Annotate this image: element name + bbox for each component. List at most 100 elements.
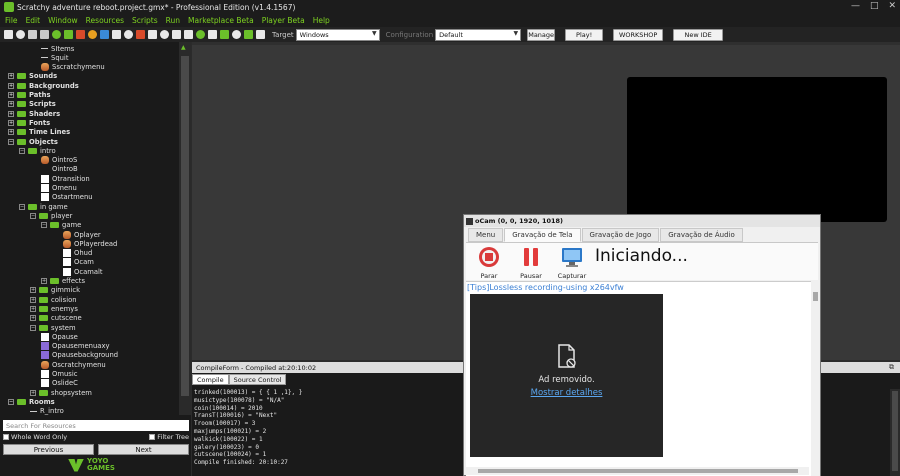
tree-item[interactable]: + Fonts: [8, 118, 50, 127]
search-input[interactable]: Search For Resources: [3, 420, 189, 431]
menu-player[interactable]: Player Beta: [262, 16, 305, 25]
settings-icon[interactable]: [244, 30, 253, 39]
clean-icon[interactable]: [112, 30, 121, 39]
menu-edit[interactable]: Edit: [26, 16, 41, 25]
tree-item[interactable]: − Objects: [8, 137, 58, 146]
tree-item[interactable]: Opause: [41, 332, 78, 341]
tree-item[interactable]: − Rooms: [8, 397, 55, 406]
tree-item[interactable]: Opausebackground: [41, 351, 118, 360]
tree-item[interactable]: Ocamalt: [63, 267, 103, 276]
tree-item[interactable]: + Time Lines: [8, 128, 70, 137]
tree-item[interactable]: Squit: [41, 53, 69, 62]
tree-item[interactable]: − in game: [19, 202, 68, 211]
arrow-up-icon[interactable]: ▲: [181, 44, 186, 51]
tree-item[interactable]: Ocam: [63, 258, 94, 267]
workshop-button[interactable]: WORKSHOP: [613, 28, 664, 41]
tree-item[interactable]: OPlayerdead: [63, 239, 117, 248]
sound-icon[interactable]: [148, 30, 157, 39]
export-icon[interactable]: [40, 30, 49, 39]
compile-icon[interactable]: [100, 30, 109, 39]
tree-item[interactable]: + cutscene: [30, 314, 82, 323]
collapse-icon[interactable]: −: [8, 138, 14, 145]
minimize-button[interactable]: —: [851, 1, 860, 11]
timeline-icon[interactable]: [208, 30, 217, 39]
maximize-button[interactable]: □: [870, 1, 879, 11]
play-button[interactable]: Play!: [565, 28, 604, 41]
tree-item[interactable]: + enemys: [30, 304, 78, 313]
collapse-icon[interactable]: −: [8, 398, 14, 405]
collapse-icon[interactable]: −: [41, 222, 47, 229]
pause-button[interactable]: Pausar: [516, 246, 546, 280]
maximize-icon[interactable]: ⧉: [889, 363, 894, 372]
menu-scripts[interactable]: Scripts: [132, 16, 158, 25]
tree-item[interactable]: + effects: [41, 277, 85, 286]
tree-item[interactable]: R_intro: [30, 407, 64, 415]
open-icon[interactable]: [16, 30, 25, 39]
debug-icon[interactable]: [76, 30, 85, 39]
expand-icon[interactable]: +: [30, 315, 36, 322]
expand-icon[interactable]: +: [30, 296, 36, 303]
script-icon[interactable]: [184, 30, 193, 39]
menu-resources[interactable]: Resources: [86, 16, 124, 25]
scroll-thumb[interactable]: [892, 391, 898, 471]
collapse-icon[interactable]: −: [19, 147, 25, 154]
menu-marketplace[interactable]: Marketplace Beta: [188, 16, 254, 25]
tree-item[interactable]: Oscratchymenu: [41, 360, 106, 369]
tree-item[interactable]: Ostartmenu: [41, 193, 93, 202]
extension-icon[interactable]: [256, 30, 265, 39]
save-icon[interactable]: [28, 30, 37, 39]
tree-item[interactable]: OintroB: [41, 165, 78, 174]
tree-item[interactable]: OslideC: [41, 379, 78, 388]
tree-item[interactable]: Otransition: [41, 174, 90, 183]
tab-audio-recording[interactable]: Gravação de Áudio: [660, 228, 743, 242]
publish-icon[interactable]: [52, 30, 61, 39]
tips-link[interactable]: [Tips]Lossless recording-using x264vfw: [467, 283, 624, 292]
expand-icon[interactable]: +: [8, 119, 14, 126]
show-details-link[interactable]: Mostrar detalhes: [470, 388, 663, 398]
new-icon[interactable]: [4, 30, 13, 39]
scroll-thumb[interactable]: [813, 292, 818, 301]
tree-item[interactable]: SItems: [41, 44, 74, 53]
tree-item[interactable]: + Scripts: [8, 100, 56, 109]
stop-icon[interactable]: [88, 30, 97, 39]
expand-icon[interactable]: +: [8, 82, 14, 89]
log-scrollbar[interactable]: [890, 389, 900, 476]
expand-icon[interactable]: +: [8, 101, 14, 108]
menu-run[interactable]: Run: [166, 16, 180, 25]
next-button[interactable]: Next: [98, 444, 189, 455]
previous-button[interactable]: Previous: [3, 444, 94, 455]
room-icon[interactable]: [232, 30, 241, 39]
tree-item[interactable]: Sscratchymenu: [41, 63, 105, 72]
expand-icon[interactable]: +: [30, 287, 36, 294]
collapse-icon[interactable]: −: [30, 212, 36, 219]
tree-item[interactable]: + gimmick: [30, 286, 80, 295]
menu-window[interactable]: Window: [48, 16, 78, 25]
stop-button[interactable]: Parar: [474, 246, 504, 280]
tab-compile[interactable]: Compile: [192, 374, 229, 385]
tree-item[interactable]: − system: [30, 323, 76, 332]
path-icon[interactable]: [172, 30, 181, 39]
tree-item[interactable]: + shopsystem: [30, 388, 92, 397]
close-button[interactable]: ✕: [888, 1, 896, 11]
config-select[interactable]: Default ▼: [435, 28, 522, 41]
tree-item[interactable]: Oplayer: [63, 230, 101, 239]
whole-word-checkbox[interactable]: Whole Word Only: [3, 433, 67, 441]
expand-icon[interactable]: +: [8, 92, 14, 98]
tab-source-control[interactable]: Source Control: [228, 374, 287, 385]
scroll-thumb[interactable]: [181, 56, 189, 396]
expand-icon[interactable]: +: [8, 73, 14, 80]
expand-icon[interactable]: +: [30, 389, 36, 396]
tree-item[interactable]: − intro: [19, 146, 56, 155]
tree-item[interactable]: Omenu: [41, 184, 77, 193]
tree-item[interactable]: + colision: [30, 295, 77, 304]
run-icon[interactable]: [64, 30, 73, 39]
tree-item[interactable]: Opausemenuaxy: [41, 342, 110, 351]
tree-item[interactable]: Omusic: [41, 370, 77, 379]
globe-icon[interactable]: [124, 30, 133, 39]
target-select[interactable]: Windows ▼: [295, 28, 380, 41]
sprite-icon[interactable]: [136, 30, 145, 39]
expand-icon[interactable]: +: [8, 129, 14, 136]
tree-scrollbar[interactable]: ▲: [179, 42, 191, 415]
tab-menu[interactable]: Menu: [468, 228, 504, 242]
tree-item[interactable]: + Shaders: [8, 109, 60, 118]
